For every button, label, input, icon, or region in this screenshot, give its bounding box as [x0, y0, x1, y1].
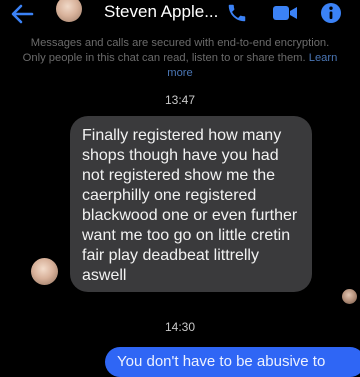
- contact-avatar[interactable]: [56, 0, 82, 22]
- info-icon: [321, 3, 341, 23]
- back-button[interactable]: [8, 3, 36, 25]
- encryption-notice: Messages and calls are secured with end-…: [22, 36, 338, 81]
- encryption-notice-text: Messages and calls are secured with end-…: [22, 37, 330, 64]
- message-timestamp: 13:47: [164, 93, 196, 107]
- incoming-message-text: Finally registered how many shops though…: [82, 127, 298, 284]
- message-timestamp: 14:30: [164, 320, 196, 334]
- incoming-message-bubble[interactable]: Finally registered how many shops though…: [70, 116, 312, 292]
- contact-name[interactable]: Steven Apple...: [104, 2, 218, 22]
- video-camera-icon: [273, 6, 297, 20]
- video-call-button[interactable]: [271, 3, 299, 23]
- outgoing-message-bubble[interactable]: You don't have to be abusive to: [105, 347, 360, 377]
- back-arrow-icon: [11, 4, 34, 24]
- info-button[interactable]: [320, 2, 342, 24]
- outgoing-message-text: You don't have to be abusive to: [117, 353, 326, 370]
- read-receipt-avatar: [342, 289, 357, 304]
- audio-call-button[interactable]: [225, 2, 249, 24]
- sender-avatar[interactable]: [31, 258, 58, 285]
- phone-icon: [228, 4, 246, 22]
- conversation-header: Steven Apple...: [0, 0, 360, 30]
